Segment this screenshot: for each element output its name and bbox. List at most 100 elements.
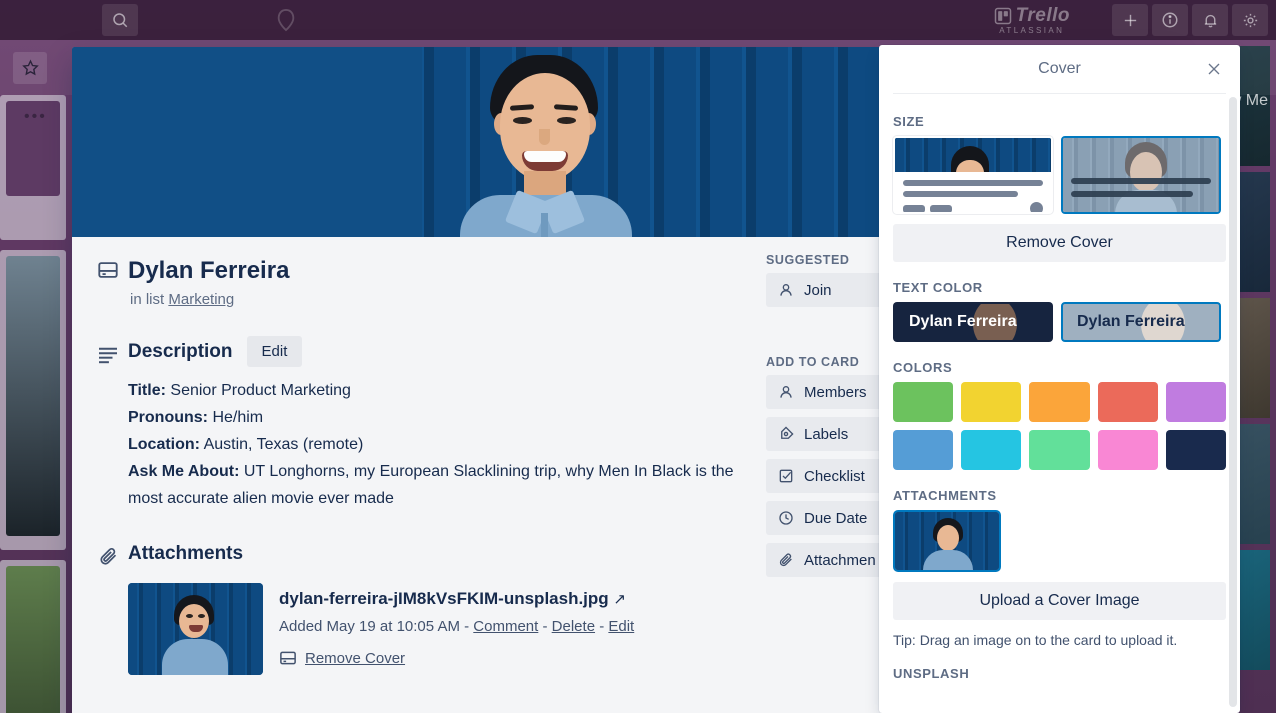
attachments-heading: Attachments — [128, 543, 243, 565]
close-icon[interactable] — [1200, 55, 1228, 83]
description-line: Title: Senior Product Marketing — [128, 377, 748, 404]
description-line: Pronouns: He/him — [128, 404, 748, 431]
board-name: n — [0, 57, 1, 78]
description-line-label: Pronouns: — [128, 409, 208, 426]
attachment-edit-link[interactable]: Edit — [608, 618, 634, 635]
checklist-icon — [778, 468, 804, 484]
star-icon[interactable] — [13, 52, 47, 84]
paperclip-icon — [778, 552, 804, 568]
size-option-small[interactable] — [893, 136, 1053, 214]
person-icon — [778, 282, 804, 298]
atlassian-label: ATLASSIAN — [999, 26, 1064, 35]
popover-content: SIZE — [879, 94, 1240, 713]
bell-icon[interactable] — [1192, 4, 1228, 36]
attachment-comment-link[interactable]: Comment — [473, 618, 538, 635]
description-text[interactable]: Title: Senior Product Marketing Pronouns… — [128, 377, 748, 512]
card-list-breadcrumb: in list Marketing — [130, 291, 289, 308]
sidebar-item-label: Join — [804, 282, 832, 299]
popover-title: Cover — [1038, 60, 1081, 78]
cover-flat-area — [72, 47, 422, 237]
unsplash-label: UNSPLASH — [893, 666, 1226, 681]
sidebar-item-label: Attachmen — [804, 552, 876, 569]
board-card[interactable] — [6, 256, 60, 536]
color-swatch-green[interactable] — [893, 382, 953, 422]
attachment-delete-link[interactable]: Delete — [552, 618, 595, 635]
list-actions-icon[interactable]: ••• — [24, 108, 47, 126]
gear-icon[interactable] — [1232, 4, 1268, 36]
color-swatch-purple[interactable] — [1166, 382, 1226, 422]
popover-scrollbar-thumb[interactable] — [1229, 97, 1237, 707]
cover-person-photo — [442, 47, 672, 237]
text-color-option-dark[interactable]: Dylan Ferreira — [1061, 302, 1221, 342]
size-label: SIZE — [893, 114, 1226, 129]
attachments-label: ATTACHMENTS — [893, 488, 1226, 503]
color-swatch-yellow[interactable] — [961, 382, 1021, 422]
sidebar-item-label: Due Date — [804, 510, 867, 527]
color-swatch-orange[interactable] — [1029, 382, 1089, 422]
in-list-prefix: in list — [130, 291, 164, 308]
description-line: Ask Me About: UT Longhorns, my European … — [128, 458, 748, 512]
text-color-label: TEXT COLOR — [893, 280, 1226, 295]
description-line-label: Location: — [128, 436, 200, 453]
attachment-details: dylan-ferreira-jIM8kVsFKIM-unsplash.jpg … — [279, 583, 634, 675]
search-icon[interactable] — [102, 4, 138, 36]
attachment-meta: Added May 19 at 10:05 AM - Comment - Del… — [279, 618, 634, 635]
meta-separator: - — [543, 618, 548, 635]
external-link-icon[interactable]: ↗ — [613, 591, 626, 608]
description-header: Description Edit — [88, 336, 758, 367]
attachments-header: Attachments — [88, 540, 758, 567]
board-list[interactable] — [0, 250, 66, 550]
text-color-option-light[interactable]: Dylan Ferreira — [893, 302, 1053, 342]
board-list[interactable] — [0, 560, 66, 713]
color-swatch-blue[interactable] — [893, 430, 953, 470]
list-link[interactable]: Marketing — [168, 291, 234, 308]
size-option-full[interactable] — [1061, 136, 1221, 214]
attachment-filename[interactable]: dylan-ferreira-jIM8kVsFKIM-unsplash.jpg … — [279, 589, 634, 609]
upload-cover-image-button[interactable]: Upload a Cover Image — [893, 582, 1226, 620]
attachment-filename-text: dylan-ferreira-jIM8kVsFKIM-unsplash.jpg — [279, 589, 609, 608]
description-icon — [88, 340, 128, 364]
color-swatch-red[interactable] — [1098, 382, 1158, 422]
info-icon[interactable] — [1152, 4, 1188, 36]
upload-tip: Tip: Drag an image on to the card to upl… — [893, 632, 1226, 648]
edit-description-button[interactable]: Edit — [247, 336, 303, 367]
label-icon — [778, 426, 804, 442]
clock-icon — [778, 510, 804, 526]
remove-cover-link[interactable]: Remove Cover — [305, 650, 405, 667]
color-swatch-grid — [893, 382, 1226, 470]
card-main-column: Dylan Ferreira in list Marketing — [72, 245, 766, 675]
board-lists — [0, 95, 70, 713]
attachment-cover-options — [893, 510, 1226, 572]
description-line: Location: Austin, Texas (remote) — [128, 431, 748, 458]
meta-separator: - — [599, 618, 604, 635]
cover-popover: Cover SIZE — [879, 45, 1240, 713]
card-title-row: Dylan Ferreira in list Marketing — [88, 253, 758, 308]
colors-label: COLORS — [893, 360, 1226, 375]
color-swatch-navy[interactable] — [1166, 430, 1226, 470]
size-options — [893, 136, 1226, 214]
card-title[interactable]: Dylan Ferreira — [128, 253, 289, 285]
description-line-value: He/him — [212, 409, 263, 426]
sidebar-item-label: Checklist — [804, 468, 865, 485]
color-swatch-lime[interactable] — [1029, 430, 1089, 470]
board-card[interactable] — [6, 566, 60, 713]
trello-wordmark: Trello — [1016, 5, 1070, 27]
trello-logo: Trello ATLASSIAN — [994, 5, 1070, 35]
color-swatch-pink[interactable] — [1098, 430, 1158, 470]
meta-separator: - — [464, 618, 469, 635]
attachment-thumbnail[interactable] — [128, 583, 263, 675]
plus-icon[interactable] — [1112, 4, 1148, 36]
top-navbar: Trello ATLASSIAN — [0, 0, 1276, 40]
color-swatch-sky[interactable] — [961, 430, 1021, 470]
sidebar-item-label: Labels — [804, 426, 848, 443]
remove-cover-button[interactable]: Remove Cover — [893, 224, 1226, 262]
description-line-label: Title: — [128, 382, 166, 399]
cover-icon — [88, 253, 128, 281]
home-icon[interactable] — [275, 7, 297, 33]
text-color-preview-label: Dylan Ferreira — [909, 304, 1017, 340]
description-line-value: Senior Product Marketing — [170, 382, 351, 399]
app-root: n w Me ••• — [0, 0, 1276, 713]
attachment-cover-thumb[interactable] — [893, 510, 1001, 572]
paperclip-icon — [88, 540, 128, 567]
attachment-remove-cover-row: Remove Cover — [279, 649, 634, 667]
